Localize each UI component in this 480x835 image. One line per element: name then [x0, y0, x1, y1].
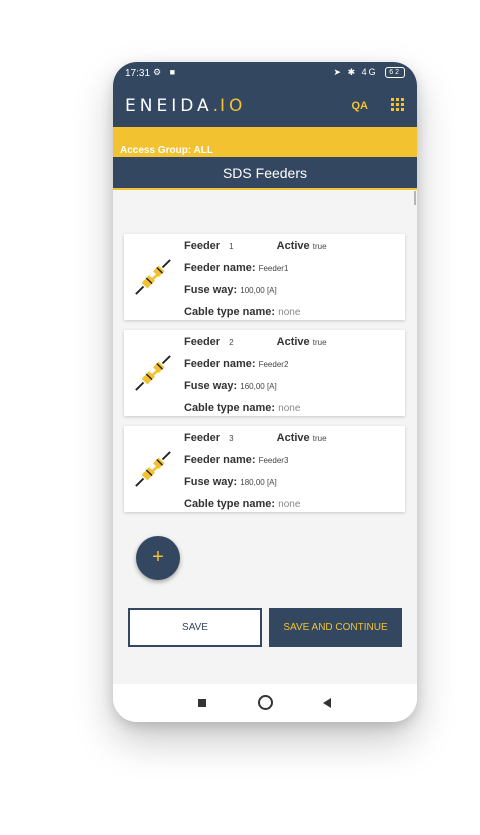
feeder-name-value: Feeder1: [258, 264, 289, 273]
access-group-label: Access Group: ALL: [120, 145, 213, 156]
fuse-way-row: Fuse way: 100,00 [A]: [184, 284, 277, 296]
feeder-name-row: Feeder name: Feeder3: [184, 454, 288, 466]
plug-icon: [135, 355, 171, 391]
app-bar: ENEIDA.IO QA: [113, 84, 417, 127]
feeder-label: Feeder: [184, 336, 221, 348]
feeder-name-value: Feeder2: [258, 360, 289, 369]
feeder-name-row: Feeder name: Feeder2: [184, 358, 288, 370]
logo-suffix: IO: [220, 96, 247, 116]
active-value: true: [312, 434, 327, 443]
system-icons: ➤ ✱ 4G 62: [333, 67, 405, 79]
feeder-number: 3: [229, 434, 234, 443]
cable-type-label: Cable type name:: [184, 306, 276, 318]
cable-type-value: none: [278, 403, 301, 414]
add-icon: +: [152, 546, 164, 568]
fuse-way-label: Fuse way:: [184, 284, 238, 296]
grid-menu-icon[interactable]: [391, 98, 405, 112]
signal-icon: 4G: [361, 67, 378, 77]
save-and-continue-button[interactable]: SAVE AND CONTINUE: [269, 608, 402, 647]
fuse-way-label: Fuse way:: [184, 476, 238, 488]
plug-icon: [135, 451, 171, 487]
fuse-way-row: Fuse way: 160,00 [A]: [184, 380, 277, 392]
feeder-name-label: Feeder name:: [184, 358, 256, 370]
status-bar: 17:31 ⚙ ■ ➤ ✱ 4G 62: [113, 62, 417, 84]
active-value: true: [312, 338, 327, 347]
feeder-label: Feeder: [184, 432, 221, 444]
fuse-way-value: 160,00 [A]: [240, 382, 277, 391]
fuse-way-value: 180,00 [A]: [240, 478, 277, 487]
battery-icon: 62: [385, 67, 405, 79]
add-feeder-button[interactable]: +: [136, 536, 180, 580]
feeder-header-row: Feeder 3 Active true: [184, 432, 327, 444]
notification-icons: ⚙ ■: [153, 67, 179, 77]
plug-icon: [135, 259, 171, 295]
fuse-way-row: Fuse way: 180,00 [A]: [184, 476, 277, 488]
cable-type-label: Cable type name:: [184, 402, 276, 414]
cable-type-value: none: [278, 499, 301, 510]
access-group-banner: Access Group: ALL: [113, 127, 417, 157]
save-button[interactable]: SAVE: [128, 608, 262, 647]
cable-type-row: Cable type name: none: [184, 402, 300, 414]
qa-environment-label[interactable]: QA: [352, 100, 369, 112]
feeder-label: Feeder: [184, 240, 221, 252]
fuse-way-value: 100,00 [A]: [240, 286, 277, 295]
nav-recents-icon[interactable]: [198, 699, 206, 707]
feeder-name-row: Feeder name: Feeder1: [184, 262, 288, 274]
nav-back-icon[interactable]: [323, 698, 331, 708]
scrollbar[interactable]: [414, 191, 416, 205]
logo-main: ENEIDA: [125, 96, 213, 116]
active-value: true: [312, 242, 327, 251]
active-label: Active: [276, 336, 310, 348]
feeder-number: 1: [229, 242, 234, 251]
bluetooth-icon: ✱: [347, 67, 358, 77]
feeder-name-label: Feeder name:: [184, 262, 256, 274]
feeder-name-label: Feeder name:: [184, 454, 256, 466]
nav-home-icon[interactable]: [258, 695, 273, 710]
phone-frame: 17:31 ⚙ ■ ➤ ✱ 4G 62 ENEIDA.IO QA Access …: [113, 62, 417, 722]
page-title-bar: SDS Feeders: [113, 157, 417, 190]
fuse-way-label: Fuse way:: [184, 380, 238, 392]
status-time: 17:31: [125, 68, 151, 79]
logo-dot: .: [212, 96, 221, 116]
cable-type-value: none: [278, 307, 301, 318]
feeder-number: 2: [229, 338, 234, 347]
cable-type-row: Cable type name: none: [184, 306, 300, 318]
feeder-card[interactable]: Feeder 1 Active true Feeder name: Feeder…: [124, 234, 405, 320]
active-label: Active: [276, 432, 310, 444]
eneida-logo: ENEIDA.IO: [125, 96, 246, 116]
feeder-name-value: Feeder3: [258, 456, 289, 465]
page-title: SDS Feeders: [222, 165, 308, 181]
location-icon: ➤: [333, 67, 344, 77]
feeder-card[interactable]: Feeder 3 Active true Feeder name: Feeder…: [124, 426, 405, 512]
cable-type-label: Cable type name:: [184, 498, 276, 510]
active-label: Active: [276, 240, 310, 252]
cable-type-row: Cable type name: none: [184, 498, 300, 510]
feeder-card[interactable]: Feeder 2 Active true Feeder name: Feeder…: [124, 330, 405, 416]
feeder-header-row: Feeder 2 Active true: [184, 336, 327, 348]
feeder-header-row: Feeder 1 Active true: [184, 240, 327, 252]
android-nav-bar: [113, 684, 417, 722]
